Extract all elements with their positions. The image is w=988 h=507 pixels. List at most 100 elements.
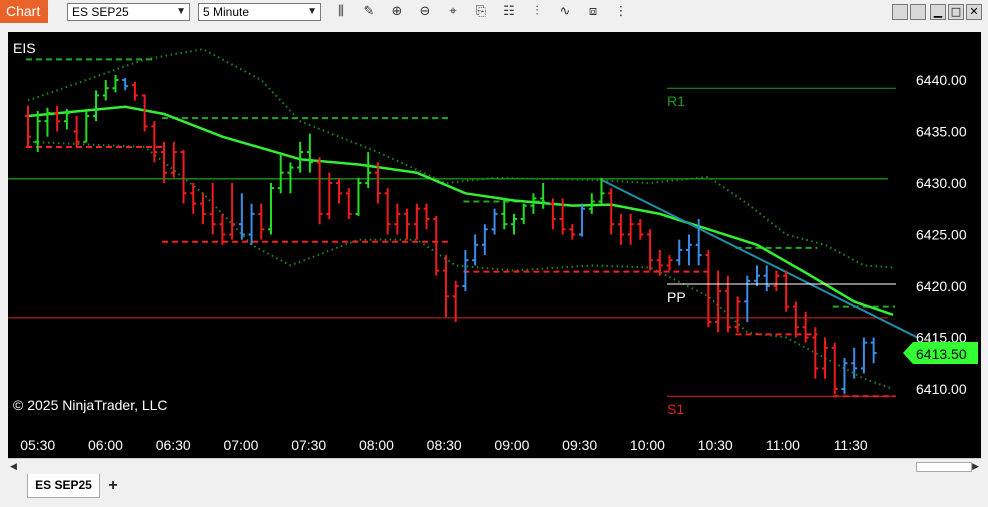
time-tick-label: 10:00	[630, 437, 665, 453]
price-tick-label: 6420.00	[916, 278, 967, 294]
properties-icon[interactable]: ☷	[500, 3, 518, 21]
chart-panel[interactable]: R1 PP S1 6440.00 6435.00 6430.00 6425.00 6420.…	[8, 32, 981, 458]
price-bar	[122, 77, 129, 91]
time-tick-label: 11:30	[834, 437, 868, 453]
maximize-icon[interactable]: □	[948, 4, 964, 20]
price-bar	[306, 133, 313, 173]
current-price-value: 6413.50	[916, 346, 967, 362]
price-bar	[199, 193, 206, 225]
interval-selector[interactable]: 5 Minute ▼	[198, 3, 321, 21]
price-bar	[25, 105, 31, 147]
price-bar	[860, 337, 867, 374]
price-bar	[190, 183, 197, 214]
zoom-out-icon[interactable]: ⊖	[416, 3, 434, 21]
bollinger-upper-band	[27, 48, 894, 269]
price-bar	[685, 234, 692, 266]
copyright-text: © 2025 NinjaTrader, LLC	[13, 397, 168, 413]
price-bar	[316, 157, 323, 225]
price-bar	[326, 172, 333, 220]
price-bar	[384, 188, 391, 235]
price-tick-label: 6435.00	[916, 124, 967, 140]
price-bar	[83, 110, 90, 143]
time-tick-label: 10:30	[698, 437, 733, 453]
price-bar	[783, 270, 790, 312]
price-tick-label: 6440.00	[916, 72, 967, 88]
price-bar	[170, 141, 177, 178]
price-bar	[93, 90, 100, 122]
time-tick-label: 06:30	[156, 437, 191, 453]
price-bar	[754, 265, 760, 286]
time-tick-label: 09:30	[562, 437, 597, 453]
price-bar	[569, 224, 576, 240]
drawing-pencil-icon[interactable]: ✎	[360, 3, 378, 21]
scrollbar-thumb[interactable]	[916, 462, 972, 472]
window-options-icon[interactable]	[892, 4, 908, 20]
price-bar	[831, 342, 838, 395]
price-bar	[608, 188, 615, 235]
chart-menu-button[interactable]: Chart	[0, 0, 48, 23]
price-chart[interactable]: R1 PP S1 6440.00 6435.00 6430.00 6425.00 6420.…	[8, 32, 981, 458]
price-bar	[151, 121, 158, 163]
price-bar	[268, 183, 274, 235]
instrument-selector[interactable]: ES SEP25 ▼	[67, 3, 190, 21]
interval-selector-value: 5 Minute	[203, 5, 250, 19]
add-tab-button[interactable]: +	[103, 476, 123, 496]
price-bar	[452, 280, 459, 323]
bar-type-icon[interactable]: ⫼	[332, 3, 350, 21]
pivot-label-s1: S1	[667, 401, 684, 417]
price-bar	[297, 141, 304, 173]
price-bar	[588, 193, 595, 214]
instrument-selector-value: ES SEP25	[72, 5, 129, 19]
data-box-icon[interactable]: ⎘	[472, 3, 490, 21]
chevron-down-icon: ▼	[176, 6, 186, 17]
price-bar	[433, 215, 440, 276]
price-bar	[355, 177, 362, 216]
templates-icon[interactable]: ⧈	[584, 3, 602, 21]
chart-toolbar: Chart ES SEP25 ▼ 5 Minute ▼ ⫼ ✎ ⊕ ⊖ ⌖ ⎘ …	[0, 0, 988, 24]
more-tools-icon[interactable]: ⋮	[612, 3, 630, 21]
time-tick-label: 08:00	[359, 437, 394, 453]
scroll-left-icon[interactable]: ◀	[10, 461, 17, 472]
time-tick-label: 08:30	[427, 437, 462, 453]
price-bar	[404, 208, 411, 240]
minimize-icon[interactable]: ▁	[930, 4, 946, 20]
time-tick-label: 07:30	[291, 437, 326, 453]
price-bar	[744, 275, 751, 323]
price-bar	[647, 229, 654, 271]
tab-es-sep25[interactable]: ES SEP25	[27, 474, 100, 498]
price-bar	[336, 177, 343, 204]
price-bar	[248, 203, 255, 245]
crosshair-icon[interactable]: ⌖	[444, 3, 462, 21]
price-bar	[792, 301, 799, 338]
zoom-in-icon[interactable]: ⊕	[388, 3, 406, 21]
price-bar	[579, 203, 586, 237]
price-bar	[666, 255, 673, 271]
price-tick-label: 6425.00	[916, 227, 967, 243]
price-bar	[413, 203, 420, 240]
strategies-icon[interactable]: ⫶	[528, 3, 546, 21]
price-bar	[851, 347, 858, 379]
price-bar	[763, 265, 770, 292]
close-icon[interactable]: ✕	[966, 4, 982, 20]
horizontal-scrollbar[interactable]: ◀ ▶	[8, 458, 981, 474]
price-bar	[131, 82, 138, 101]
price-bar	[73, 116, 80, 147]
scroll-right-icon[interactable]: ▶	[972, 461, 979, 472]
price-bar	[802, 311, 809, 343]
price-bar	[841, 358, 848, 395]
price-bar	[102, 80, 109, 101]
time-tick-label: 09:00	[494, 437, 529, 453]
price-bar	[822, 337, 829, 379]
tab-bar: ES SEP25 +	[0, 474, 988, 507]
time-tick-label: 11:00	[766, 437, 800, 453]
window-options-icon[interactable]	[910, 4, 926, 20]
price-bar	[627, 213, 634, 245]
price-bar	[44, 107, 51, 137]
indicators-icon[interactable]: ∿	[556, 3, 574, 21]
chart-window: Chart ES SEP25 ▼ 5 Minute ▼ ⫼ ✎ ⊕ ⊖ ⌖ ⎘ …	[0, 0, 988, 507]
trendline[interactable]	[601, 179, 918, 339]
price-bar	[540, 183, 547, 209]
price-tick-label: 6410.00	[916, 381, 967, 397]
price-bar	[258, 203, 265, 240]
instrument-label: EIS	[13, 40, 36, 56]
